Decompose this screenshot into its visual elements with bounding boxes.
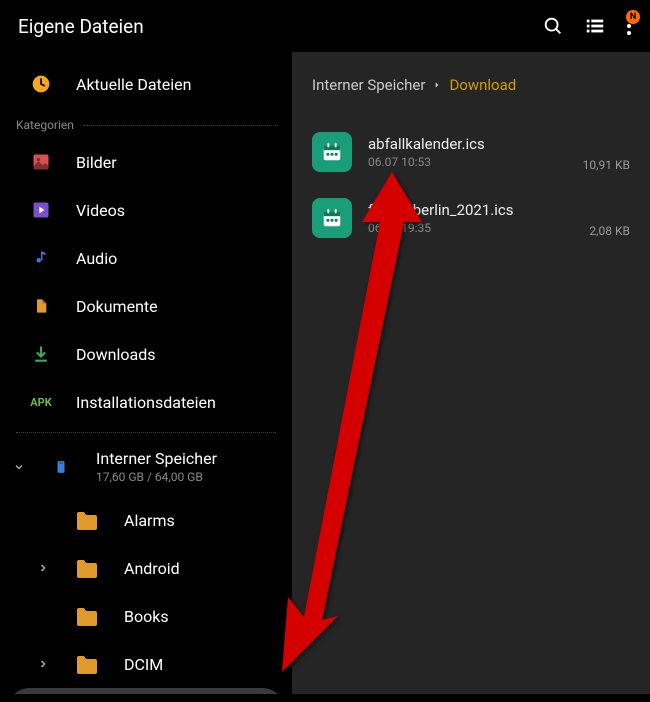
divider — [16, 432, 276, 433]
sidebar-item-label: Alarms — [124, 511, 175, 530]
calendar-file-icon — [312, 198, 352, 238]
apk-icon: APK — [30, 391, 52, 413]
chevron-right-icon — [36, 658, 50, 670]
search-button[interactable] — [542, 15, 564, 37]
image-icon — [30, 151, 52, 173]
app-header: Eigene Dateien — [0, 0, 650, 52]
file-name: ferien_berlin_2021.ics — [368, 201, 573, 219]
search-icon — [542, 15, 564, 37]
sidebar-folder-download[interactable]: Download — [6, 688, 286, 694]
sidebar: Aktuelle Dateien Kategorien Bilder Video… — [0, 52, 292, 694]
more-vertical-icon — [626, 16, 632, 36]
file-name: abfallkalender.ics — [368, 135, 567, 153]
sidebar-item-label: Videos — [76, 201, 125, 220]
divider — [84, 125, 278, 126]
clock-icon — [30, 73, 52, 95]
sidebar-item-label: Android — [124, 559, 180, 578]
breadcrumb: Interner Speicher Download — [312, 76, 630, 94]
sidebar-item-apk[interactable]: APK Installationsdateien — [0, 378, 292, 426]
sidebar-item-label: Installationsdateien — [76, 393, 216, 412]
file-size: 2,08 KB — [589, 224, 630, 238]
view-toggle-button[interactable] — [584, 15, 606, 37]
sidebar-item-label: Interner Speicher — [96, 449, 217, 468]
sidebar-folder-alarms[interactable]: Alarms — [0, 496, 292, 544]
sidebar-item-label: Aktuelle Dateien — [76, 75, 191, 94]
file-row[interactable]: ferien_berlin_2021.ics 06.07 19:35 2,08 … — [312, 190, 630, 246]
sidebar-folder-books[interactable]: Books — [0, 592, 292, 640]
download-icon — [30, 343, 52, 365]
sidebar-item-downloads[interactable]: Downloads — [0, 330, 292, 378]
sidebar-folder-android[interactable]: Android — [0, 544, 292, 592]
sidebar-item-label: Downloads — [76, 345, 155, 364]
chevron-down-icon — [12, 461, 26, 473]
main-content: Interner Speicher Download abfallkalende… — [292, 52, 650, 694]
app-title: Eigene Dateien — [18, 15, 144, 38]
chevron-right-icon — [36, 562, 50, 574]
sidebar-item-documents[interactable]: Dokumente — [0, 282, 292, 330]
section-header-categories: Kategorien — [0, 108, 292, 138]
sidebar-item-label: DCIM — [124, 655, 163, 674]
file-date: 06.07 10:53 — [368, 155, 567, 169]
sidebar-item-videos[interactable]: Videos — [0, 186, 292, 234]
section-label: Kategorien — [16, 118, 74, 132]
sidebar-item-label: Books — [124, 607, 169, 626]
folder-icon — [74, 605, 100, 627]
breadcrumb-current: Download — [449, 76, 516, 94]
storage-icon — [50, 456, 72, 478]
sidebar-item-recent[interactable]: Aktuelle Dateien — [0, 60, 292, 108]
sidebar-item-images[interactable]: Bilder — [0, 138, 292, 186]
breadcrumb-parent[interactable]: Interner Speicher — [312, 76, 425, 94]
document-icon — [30, 295, 52, 317]
folder-icon — [74, 653, 100, 675]
sidebar-item-label: Dokumente — [76, 297, 158, 316]
storage-usage: 17,60 GB / 64,00 GB — [96, 470, 217, 484]
calendar-file-icon — [312, 132, 352, 172]
breadcrumb-separator-icon — [433, 80, 441, 90]
file-size: 10,91 KB — [583, 158, 630, 172]
sidebar-folder-dcim[interactable]: DCIM — [0, 640, 292, 688]
sidebar-item-label: Audio — [76, 249, 117, 268]
more-options-button[interactable] — [626, 16, 632, 36]
folder-icon — [74, 509, 100, 531]
sidebar-item-internal-storage[interactable]: Interner Speicher 17,60 GB / 64,00 GB — [0, 437, 292, 496]
header-actions — [542, 15, 632, 37]
folder-icon — [74, 557, 100, 579]
audio-icon — [30, 247, 52, 269]
video-icon — [30, 199, 52, 221]
file-date: 06.07 19:35 — [368, 221, 573, 235]
sidebar-item-audio[interactable]: Audio — [0, 234, 292, 282]
sidebar-item-label: Bilder — [76, 153, 117, 172]
list-view-icon — [584, 15, 606, 37]
file-row[interactable]: abfallkalender.ics 06.07 10:53 10,91 KB — [312, 124, 630, 180]
